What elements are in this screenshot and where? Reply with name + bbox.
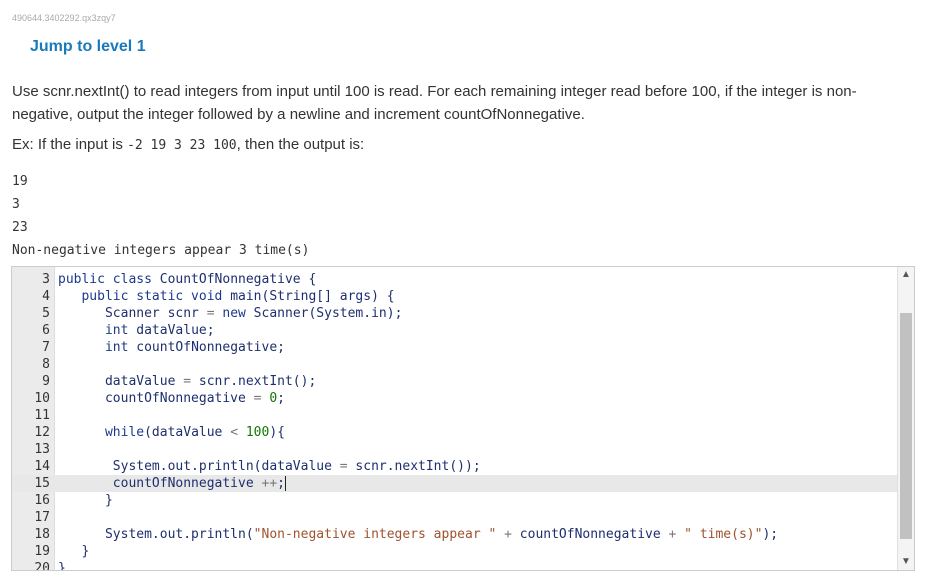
code-lines[interactable]: 3 public class CountOfNonnegative {4 publ…: [12, 271, 898, 571]
chevron-up-icon[interactable]: ▲: [898, 267, 914, 283]
code-text[interactable]: public class CountOfNonnegative {: [58, 271, 316, 288]
code-text[interactable]: }: [58, 543, 89, 560]
example-input: -2 19 3 23 100: [127, 138, 237, 153]
output-line: 3: [12, 197, 20, 212]
code-line[interactable]: 6 int dataValue;: [12, 322, 898, 339]
code-line[interactable]: 20}: [12, 560, 898, 571]
line-number: 4: [42, 289, 50, 304]
problem-id-watermark: 490644.3402292.qx3zqy7: [12, 13, 116, 23]
line-number: 6: [42, 323, 50, 338]
problem-instructions: Use scnr.nextInt() to read integers from…: [12, 83, 857, 123]
code-line[interactable]: 15 countOfNonnegative ++;: [12, 475, 898, 492]
line-number: 12: [34, 425, 50, 440]
line-number: 5: [42, 306, 50, 321]
code-line[interactable]: 18 System.out.println("Non-negative inte…: [12, 526, 898, 543]
example-prefix: Ex: If the input is: [12, 136, 128, 153]
scrollbar-thumb[interactable]: [900, 313, 912, 539]
code-line[interactable]: 5 Scanner scnr = new Scanner(System.in);: [12, 305, 898, 322]
code-line[interactable]: 13: [12, 441, 898, 458]
code-line[interactable]: 7 int countOfNonnegative;: [12, 339, 898, 356]
jump-to-level-link[interactable]: Jump to level 1: [30, 38, 146, 56]
code-line[interactable]: 8: [12, 356, 898, 373]
code-editor[interactable]: 3 public class CountOfNonnegative {4 publ…: [11, 266, 915, 571]
code-line[interactable]: 17: [12, 509, 898, 526]
code-line[interactable]: 14 System.out.println(dataValue = scnr.n…: [12, 458, 898, 475]
expected-output: 19 3 23 Non-negative integers appear 3 t…: [12, 170, 309, 262]
line-number: 10: [34, 391, 50, 406]
line-number: 9: [42, 374, 50, 389]
code-text[interactable]: int dataValue;: [58, 322, 215, 339]
code-text[interactable]: System.out.println(dataValue = scnr.next…: [58, 458, 481, 475]
code-line[interactable]: 19 }: [12, 543, 898, 560]
code-line[interactable]: 16 }: [12, 492, 898, 509]
line-number: 20: [34, 561, 50, 571]
code-line[interactable]: 10 countOfNonnegative = 0;: [12, 390, 898, 407]
line-number: 14: [34, 459, 50, 474]
code-text[interactable]: int countOfNonnegative;: [58, 339, 285, 356]
code-line[interactable]: 12 while(dataValue < 100){: [12, 424, 898, 441]
line-number: 17: [34, 510, 50, 525]
chevron-down-icon[interactable]: ▼: [898, 554, 914, 570]
line-number: 13: [34, 442, 50, 457]
code-line[interactable]: 4 public static void main(String[] args)…: [12, 288, 898, 305]
code-text[interactable]: countOfNonnegative ++;: [58, 475, 286, 492]
code-text[interactable]: }: [58, 560, 66, 570]
line-number: 19: [34, 544, 50, 559]
line-number: 8: [42, 357, 50, 372]
code-text[interactable]: dataValue = scnr.nextInt();: [58, 373, 316, 390]
line-number: 15: [34, 476, 50, 491]
line-number: 7: [42, 340, 50, 355]
output-line: 19: [12, 174, 28, 189]
example-sentence: Ex: If the input is -2 19 3 23 100, then…: [12, 136, 364, 153]
line-number: 3: [42, 272, 50, 287]
editor-scrollbar[interactable]: ▲ ▼: [897, 267, 914, 570]
code-line[interactable]: 3 public class CountOfNonnegative {: [12, 271, 898, 288]
code-text[interactable]: Scanner scnr = new Scanner(System.in);: [58, 305, 402, 322]
output-line: 23: [12, 220, 28, 235]
code-text[interactable]: }: [58, 492, 113, 509]
code-line[interactable]: 11: [12, 407, 898, 424]
code-text[interactable]: System.out.println("Non-negative integer…: [58, 526, 778, 543]
output-line: Non-negative integers appear 3 time(s): [12, 243, 310, 258]
line-number: 16: [34, 493, 50, 508]
code-text[interactable]: public static void main(String[] args) {: [58, 288, 394, 305]
code-text[interactable]: countOfNonnegative = 0;: [58, 390, 285, 407]
line-number: 18: [34, 527, 50, 542]
line-number: 11: [34, 408, 50, 423]
example-suffix: , then the output is:: [236, 136, 365, 153]
code-line[interactable]: 9 dataValue = scnr.nextInt();: [12, 373, 898, 390]
code-text[interactable]: while(dataValue < 100){: [58, 424, 285, 441]
